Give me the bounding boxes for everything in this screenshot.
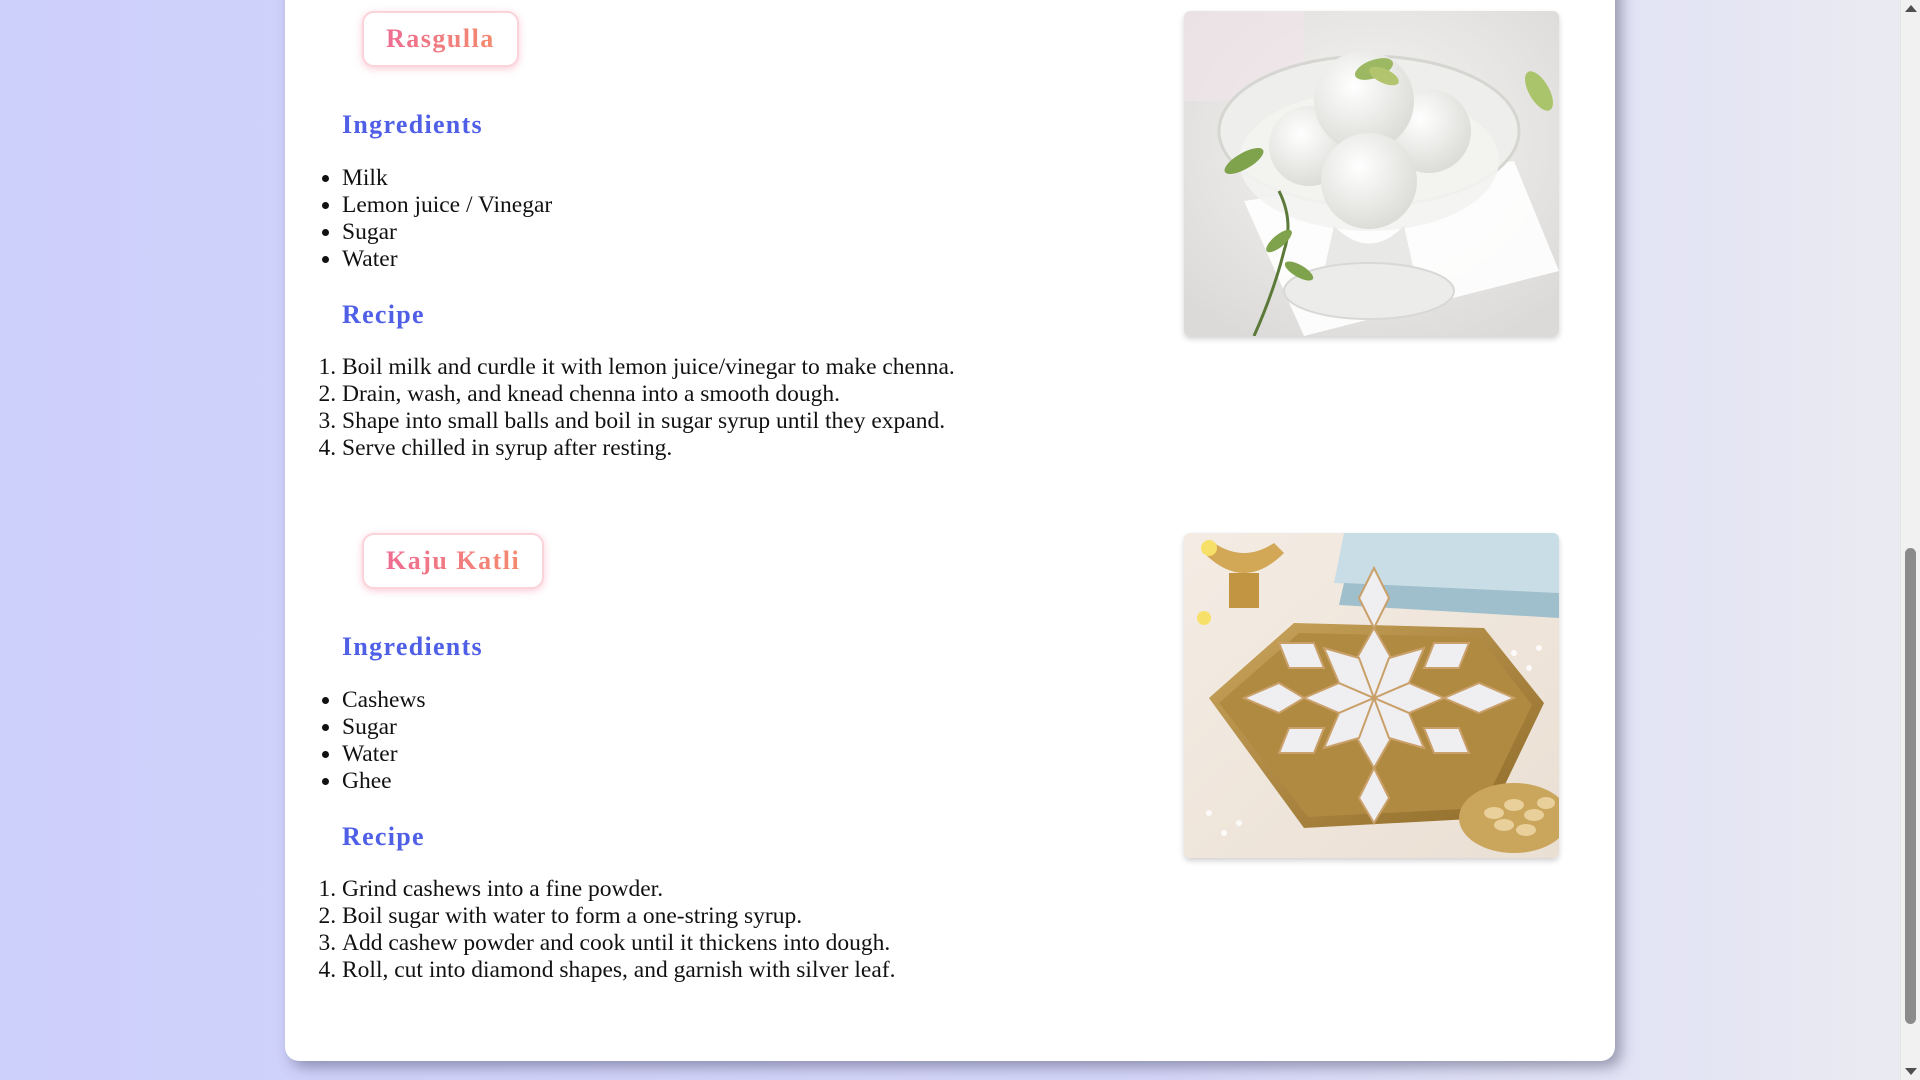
recipe-steps-list: Boil milk and curdle it with lemon juice… (342, 354, 955, 462)
recipe-steps-list: Grind cashews into a fine powder. Boil s… (342, 876, 895, 984)
recipe-step: Grind cashews into a fine powder. (342, 876, 895, 903)
recipe-step: Drain, wash, and knead chenna into a smo… (342, 381, 955, 408)
recipe-steps-heading: Recipe (342, 822, 425, 851)
ingredients-list: Milk Lemon juice / Vinegar Sugar Water (342, 165, 552, 273)
recipe-step: Roll, cut into diamond shapes, and garni… (342, 957, 895, 984)
rasgulla-photo (1184, 11, 1559, 336)
recipe-name: Rasgulla (386, 24, 495, 53)
recipe-step: Add cashew powder and cook until it thic… (342, 930, 895, 957)
ingredient-item: Sugar (342, 219, 552, 246)
recipe-name: Kaju Katli (386, 546, 521, 575)
kaju-katli-photo (1184, 533, 1559, 858)
ingredients-list: Cashews Sugar Water Ghee (342, 687, 426, 795)
recipe-name-badge: Kaju Katli (362, 533, 545, 589)
ingredient-item: Lemon juice / Vinegar (342, 192, 552, 219)
recipe-card-container: Rasgulla Ingredients Milk Lemon juice / … (285, 0, 1615, 1061)
ingredient-item: Water (342, 741, 426, 768)
ingredient-item: Cashews (342, 687, 426, 714)
ingredient-item: Water (342, 246, 552, 273)
recipe-step: Serve chilled in syrup after resting. (342, 435, 955, 462)
ingredients-heading: Ingredients (342, 632, 483, 661)
scroll-down-arrow-icon[interactable] (1905, 1068, 1917, 1075)
recipe-steps-heading: Recipe (342, 300, 425, 329)
ingredients-heading: Ingredients (342, 110, 483, 139)
scroll-up-arrow-icon[interactable] (1905, 5, 1917, 12)
recipe-step: Boil milk and curdle it with lemon juice… (342, 354, 955, 381)
rasgulla-image (1184, 11, 1559, 336)
page-viewport: Rasgulla Ingredients Milk Lemon juice / … (0, 0, 1901, 1080)
kaju-katli-image (1184, 533, 1559, 858)
ingredient-item: Milk (342, 165, 552, 192)
recipe-name-badge: Rasgulla (362, 11, 519, 67)
ingredient-item: Ghee (342, 768, 426, 795)
scroll-thumb[interactable] (1905, 548, 1916, 1024)
recipe-step: Shape into small balls and boil in sugar… (342, 408, 955, 435)
recipe-step: Boil sugar with water to form a one-stri… (342, 903, 895, 930)
vertical-scrollbar[interactable] (1900, 0, 1920, 1080)
ingredient-item: Sugar (342, 714, 426, 741)
